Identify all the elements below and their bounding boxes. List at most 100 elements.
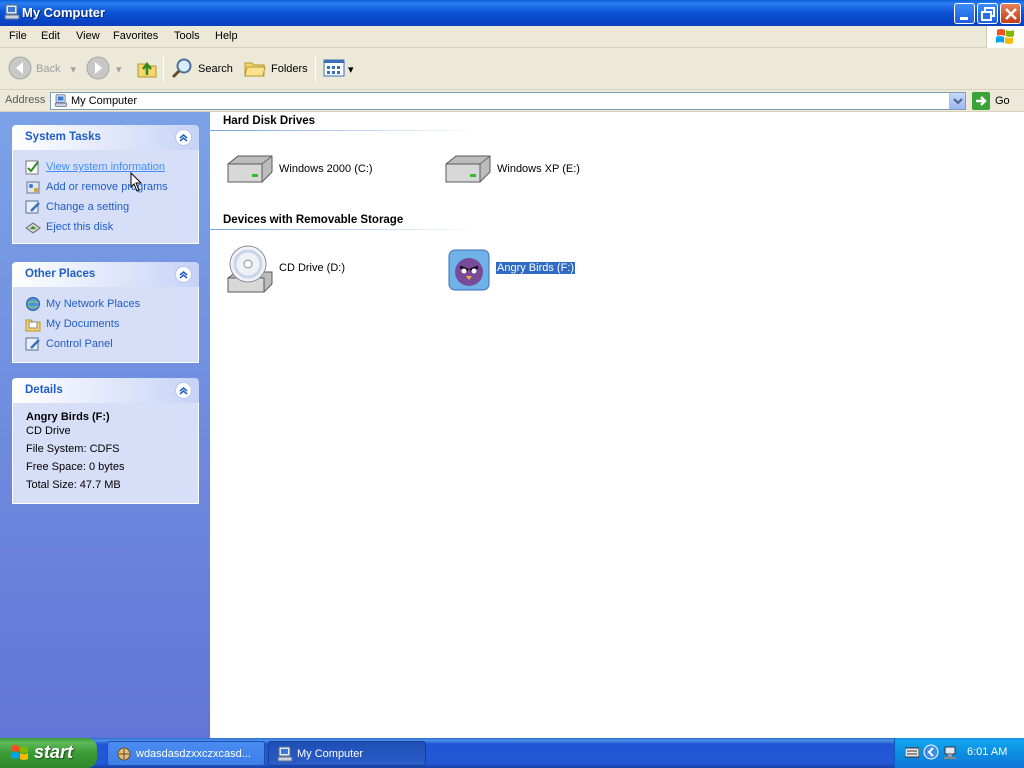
menu-bar: File Edit View Favorites Tools Help — [0, 26, 1024, 48]
search-button[interactable]: Search — [170, 54, 233, 84]
control-panel-icon — [25, 336, 41, 352]
drive-angry-birds-f[interactable]: Angry Birds (F:) — [448, 249, 648, 299]
views-button[interactable]: ▾ — [322, 54, 354, 84]
group-divider — [210, 130, 480, 131]
eject-disk-link[interactable]: Eject this disk — [25, 218, 113, 236]
system-info-icon — [25, 159, 41, 175]
back-arrow-icon — [8, 56, 32, 83]
taskbar: start wdasdasdzxxczxcasd... My Computer … — [0, 738, 1024, 768]
go-label: Go — [995, 95, 1010, 107]
details-header[interactable]: Details — [12, 378, 199, 403]
go-button[interactable]: Go — [972, 92, 1020, 110]
group-removable-storage: Devices with Removable Storage — [223, 214, 404, 226]
application-icon — [116, 746, 132, 765]
menu-file[interactable]: File — [9, 30, 27, 42]
my-documents-icon — [25, 316, 41, 332]
maximize-button[interactable] — [977, 3, 998, 24]
minimize-button[interactable] — [954, 3, 975, 24]
address-input[interactable]: My Computer — [50, 92, 966, 110]
details-free-space: Free Space: 0 bytes — [26, 461, 125, 473]
up-folder-icon — [135, 56, 159, 83]
title-bar: My Computer — [0, 0, 1024, 26]
content-pane: Hard Disk Drives Windows 2000 (C:) Windo… — [210, 112, 1024, 738]
back-button[interactable]: Back ▾ — [8, 54, 76, 84]
forward-dropdown-icon: ▾ — [116, 63, 122, 76]
show-hidden-icons-button[interactable] — [923, 744, 939, 763]
system-tasks-title: System Tasks — [25, 131, 101, 143]
collapse-chevron-icon[interactable] — [175, 266, 192, 283]
other-places-title: Other Places — [25, 268, 96, 280]
views-dropdown-icon: ▾ — [348, 63, 354, 76]
details-name: Angry Birds (F:) — [26, 411, 110, 423]
mouse-cursor-icon — [130, 171, 144, 195]
control-panel-link[interactable]: Control Panel — [25, 335, 113, 353]
drive-windows-xp-e[interactable]: Windows XP (E:) — [444, 152, 644, 202]
hard-disk-icon — [226, 152, 276, 189]
windows-logo-icon — [10, 744, 30, 767]
my-computer-icon — [277, 746, 293, 766]
my-computer-icon — [54, 94, 68, 111]
toolbar-separator — [315, 56, 316, 82]
cd-drive-icon — [226, 244, 276, 297]
system-tray: 6:01 AM — [894, 738, 1024, 768]
start-label: start — [34, 742, 74, 762]
group-divider — [210, 229, 480, 230]
address-value: My Computer — [71, 95, 138, 107]
details-total-size: Total Size: 47.7 MB — [26, 479, 121, 491]
close-button[interactable] — [1000, 3, 1021, 24]
menu-favorites[interactable]: Favorites — [113, 30, 158, 42]
drive-windows-2000-c[interactable]: Windows 2000 (C:) — [226, 152, 426, 202]
menu-tools[interactable]: Tools — [174, 30, 200, 42]
search-icon — [170, 56, 194, 83]
toolbar: Back ▾ ▾ Search Folders ▾ — [0, 48, 1024, 90]
control-panel-icon — [25, 199, 41, 215]
change-setting-link[interactable]: Change a setting — [25, 198, 129, 216]
menu-help[interactable]: Help — [215, 30, 238, 42]
system-tasks-header[interactable]: System Tasks — [12, 125, 199, 150]
toolbar-separator — [163, 56, 164, 82]
menu-view[interactable]: View — [76, 30, 100, 42]
my-computer-icon — [4, 4, 20, 21]
system-tasks-panel: System Tasks View system information Add… — [12, 125, 199, 244]
task-pane: System Tasks View system information Add… — [0, 112, 210, 738]
collapse-chevron-icon[interactable] — [175, 382, 192, 399]
add-remove-programs-icon — [25, 179, 41, 195]
address-dropdown-button[interactable] — [949, 93, 965, 109]
hard-disk-icon — [444, 152, 494, 189]
views-icon — [322, 56, 346, 83]
details-title: Details — [25, 384, 63, 396]
windows-logo-icon — [986, 26, 1024, 48]
details-type: CD Drive — [26, 425, 71, 437]
taskbar-item-my-computer[interactable]: My Computer — [268, 741, 426, 766]
forward-arrow-icon — [86, 56, 110, 83]
my-network-places-link[interactable]: My Network Places — [25, 295, 140, 313]
keyboard-icon[interactable] — [904, 746, 920, 761]
menu-edit[interactable]: Edit — [41, 30, 60, 42]
details-file-system: File System: CDFS — [26, 443, 120, 455]
back-dropdown-icon: ▾ — [70, 63, 76, 76]
go-arrow-icon — [972, 92, 990, 113]
network-icon[interactable] — [943, 745, 959, 764]
network-places-icon — [25, 296, 41, 312]
address-label: Address — [5, 94, 46, 106]
view-system-information-link[interactable]: View system information — [25, 158, 165, 176]
clock[interactable]: 6:01 AM — [967, 746, 1007, 758]
folders-icon — [243, 56, 267, 83]
window-title: My Computer — [22, 5, 106, 20]
eject-disk-icon — [25, 219, 41, 235]
other-places-header[interactable]: Other Places — [12, 262, 199, 287]
taskbar-item-wdasdasd[interactable]: wdasdasdzxxczxcasd... — [107, 741, 265, 766]
drive-cd-d[interactable]: CD Drive (D:) — [226, 244, 426, 294]
address-bar: Address My Computer Go — [0, 90, 1024, 112]
start-button[interactable]: start — [0, 738, 97, 768]
folders-button[interactable]: Folders — [243, 54, 308, 84]
other-places-panel: Other Places My Network Places My Docume… — [12, 262, 199, 363]
group-hard-disk-drives: Hard Disk Drives — [223, 115, 316, 127]
collapse-chevron-icon[interactable] — [175, 129, 192, 146]
up-folder-button[interactable] — [135, 54, 159, 84]
details-panel: Details Angry Birds (F:) CD Drive File S… — [12, 378, 199, 504]
angry-birds-drive-icon — [448, 249, 490, 294]
forward-button[interactable]: ▾ — [86, 54, 122, 84]
add-remove-programs-link[interactable]: Add or remove programs — [25, 178, 168, 196]
my-documents-link[interactable]: My Documents — [25, 315, 119, 333]
